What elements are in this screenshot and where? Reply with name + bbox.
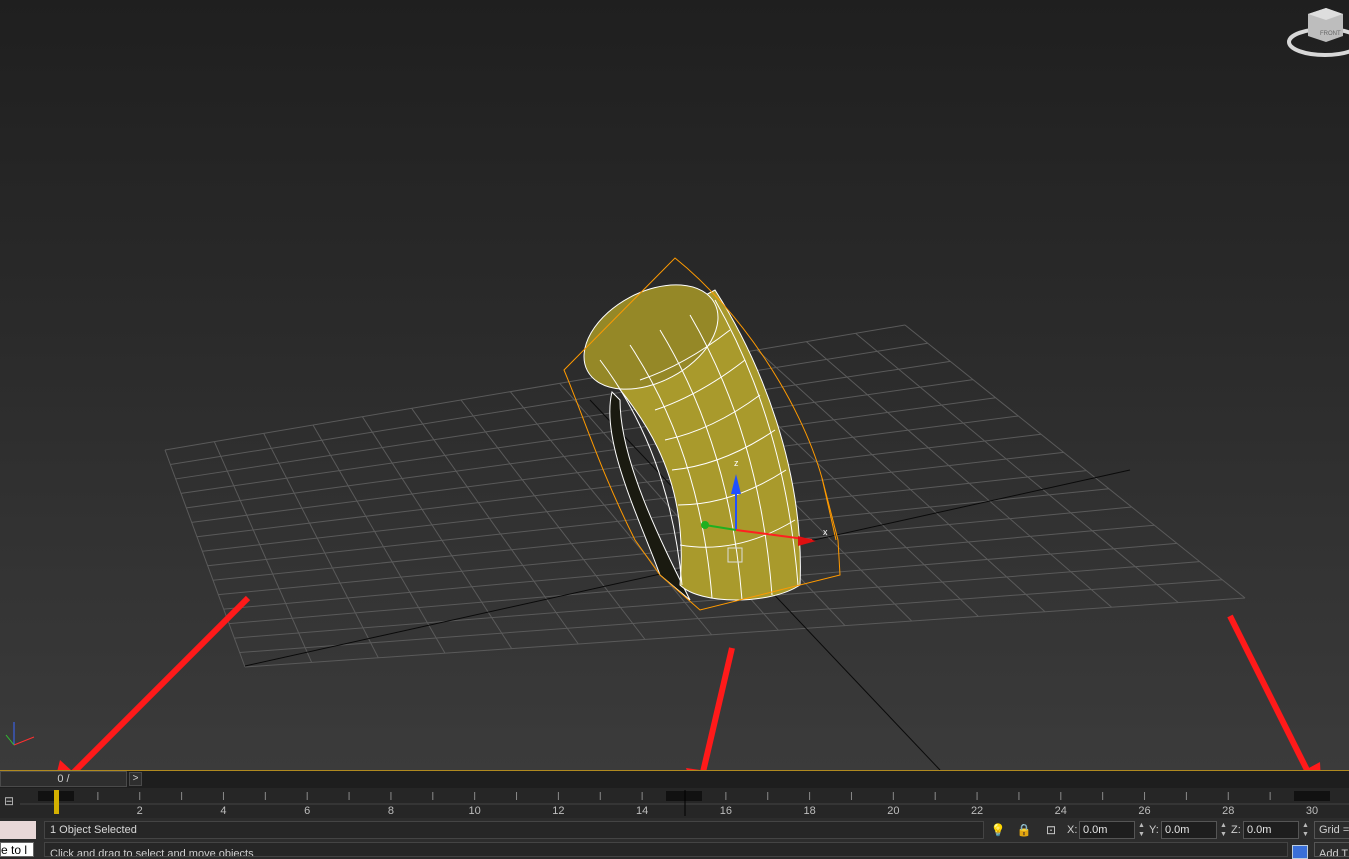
x-coord-field[interactable]: 0.0m bbox=[1079, 821, 1135, 839]
z-spinner[interactable]: ▲ ▼ bbox=[1301, 821, 1310, 839]
isolate-selection-icon[interactable]: 💡 bbox=[990, 822, 1006, 838]
perspective-viewport[interactable]: z x FRONT bbox=[0, 0, 1349, 770]
gizmo-y-handle bbox=[701, 521, 709, 529]
frame-tick-label: 4 bbox=[220, 805, 226, 817]
frame-tick-label: 6 bbox=[304, 805, 310, 817]
selection-status-text: 1 Object Selected bbox=[44, 821, 984, 839]
viewcube-face-label: FRONT bbox=[1320, 31, 1341, 37]
gizmo-z-label: z bbox=[734, 458, 739, 468]
frame-tick-label: 14 bbox=[636, 805, 648, 817]
maxscript-mini-listener[interactable]: e to l bbox=[0, 842, 34, 857]
frame-tick-label: 8 bbox=[388, 805, 394, 817]
viewport-scene: z x FRONT bbox=[5, 8, 1349, 770]
frame-tick-label: 28 bbox=[1222, 805, 1234, 817]
y-coord-label: Y: bbox=[1149, 824, 1159, 836]
annotation-arrows bbox=[57, 595, 1321, 770]
x-coord-label: X: bbox=[1067, 824, 1078, 836]
axis-tripod bbox=[5, 722, 35, 746]
absolute-mode-icon[interactable]: ⊡ bbox=[1043, 822, 1059, 838]
red-arrow-middle bbox=[700, 647, 735, 770]
frame-tick-label: 12 bbox=[552, 805, 564, 817]
frame-tick-label: 26 bbox=[1138, 805, 1150, 817]
frame-tick-label: 2 bbox=[137, 805, 143, 817]
red-arrow-left bbox=[71, 595, 251, 770]
current-frame-indicator bbox=[54, 790, 59, 814]
y-coord-field[interactable]: 0.0m bbox=[1161, 821, 1217, 839]
frame-tick-label: 24 bbox=[1055, 805, 1067, 817]
track-ruler[interactable]: 2 4 6 8 10 12 14 16 18 20 22 24 26 28 30 bbox=[0, 788, 1349, 818]
z-coord-field[interactable]: 0.0m bbox=[1243, 821, 1299, 839]
add-time-tag-label[interactable]: Add T bbox=[1314, 842, 1349, 857]
frame-tick-label: 30 bbox=[1306, 805, 1318, 817]
frame-tick-label: 10 bbox=[469, 805, 481, 817]
time-slider-next-button[interactable]: > bbox=[129, 772, 142, 786]
frame-tick-label: 22 bbox=[971, 805, 983, 817]
key-range-marker bbox=[1294, 791, 1330, 801]
x-spinner[interactable]: ▲ ▼ bbox=[1137, 821, 1146, 839]
time-slider[interactable]: 0 / bbox=[0, 771, 127, 787]
frame-tick-label: 16 bbox=[720, 805, 732, 817]
maxscript-listener-box[interactable] bbox=[0, 821, 36, 839]
frame-tick-label: 18 bbox=[803, 805, 815, 817]
grid-size-label: Grid = bbox=[1314, 821, 1349, 839]
key-range-marker bbox=[666, 791, 702, 801]
z-coord-label: Z: bbox=[1231, 824, 1241, 836]
gizmo-x-label: x bbox=[823, 527, 828, 537]
y-spinner[interactable]: ▲ ▼ bbox=[1219, 821, 1228, 839]
selection-lock-icon[interactable]: 🔒 bbox=[1016, 822, 1032, 838]
track-bar[interactable]: ⊟ 2 4 6 8 10 12 14 16 18 20 22 24 26 28 30 bbox=[0, 788, 1349, 818]
prompt-line: Click and drag to select and move object… bbox=[44, 842, 1288, 857]
time-slider-bar: 0 / > bbox=[0, 770, 1349, 789]
viewcube[interactable]: FRONT bbox=[1287, 8, 1349, 57]
red-arrow-right bbox=[1227, 614, 1311, 770]
status-bar: e to l 1 Object Selected Click and drag … bbox=[0, 818, 1349, 859]
frame-tick-label: 20 bbox=[887, 805, 899, 817]
